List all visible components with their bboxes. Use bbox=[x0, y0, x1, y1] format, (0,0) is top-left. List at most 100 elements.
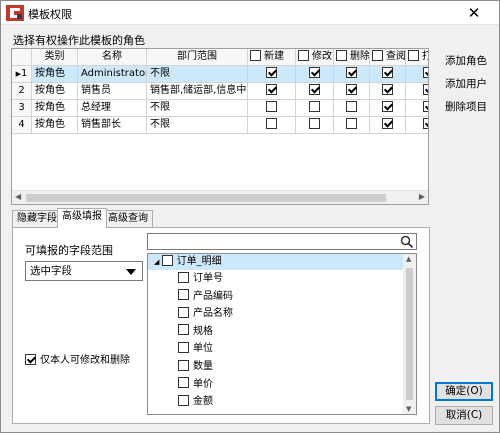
perm-print-cell[interactable] bbox=[406, 117, 428, 134]
perm-delete-checkbox[interactable] bbox=[346, 117, 357, 129]
cell-dept[interactable]: 销售部,储运部,信息中心 bbox=[147, 83, 248, 100]
header-new-checkbox[interactable] bbox=[250, 49, 261, 61]
tree-item-checkbox[interactable] bbox=[178, 377, 189, 389]
cell-type[interactable]: 按角色 bbox=[32, 117, 78, 134]
perm-view-cell[interactable] bbox=[370, 100, 406, 117]
close-button[interactable]: ✕ bbox=[449, 1, 499, 25]
cell-name[interactable]: 总经理 bbox=[78, 100, 147, 117]
header-type[interactable]: 类别 bbox=[32, 49, 78, 66]
table-row[interactable]: 3 按角色 总经理 不限 bbox=[12, 100, 428, 117]
perm-edit-cell[interactable] bbox=[296, 117, 334, 134]
perm-edit-cell[interactable] bbox=[296, 83, 334, 100]
perm-print-checkbox[interactable] bbox=[423, 100, 428, 112]
header-new[interactable]: 新建 bbox=[248, 49, 296, 66]
perm-view-cell[interactable] bbox=[370, 66, 406, 83]
tree-root-checkbox[interactable] bbox=[162, 254, 174, 266]
tree-item[interactable]: 单位 bbox=[178, 341, 213, 357]
perm-delete-cell[interactable] bbox=[334, 66, 370, 83]
tree-item-checkbox[interactable] bbox=[178, 341, 189, 353]
header-name[interactable]: 名称 bbox=[78, 49, 147, 66]
perm-delete-cell[interactable] bbox=[334, 117, 370, 134]
row-number[interactable]: 3 bbox=[12, 100, 32, 117]
perm-print-cell[interactable] bbox=[406, 100, 428, 117]
perm-edit-checkbox[interactable] bbox=[309, 117, 320, 129]
header-delete-checkbox[interactable] bbox=[336, 49, 347, 61]
ok-button[interactable]: 确定(O) bbox=[435, 382, 493, 401]
perm-view-checkbox[interactable] bbox=[382, 83, 393, 95]
tree-item[interactable]: 产品名称 bbox=[178, 306, 233, 322]
perm-new-cell[interactable] bbox=[248, 100, 296, 117]
tab-hidden-fields[interactable]: 隐藏字段 bbox=[12, 210, 62, 227]
perm-edit-checkbox[interactable] bbox=[309, 66, 320, 78]
perm-delete-checkbox[interactable] bbox=[346, 100, 357, 112]
row-number[interactable]: 2 bbox=[12, 83, 32, 100]
perm-new-cell[interactable] bbox=[248, 83, 296, 100]
add-role-button[interactable]: 添加角色 bbox=[437, 50, 495, 71]
perm-new-checkbox[interactable] bbox=[266, 117, 277, 129]
perm-view-checkbox[interactable] bbox=[382, 100, 393, 112]
header-view[interactable]: 查阅 bbox=[370, 49, 406, 66]
perm-delete-cell[interactable] bbox=[334, 83, 370, 100]
scroll-up-arrow-icon[interactable]: ▲ bbox=[406, 255, 411, 263]
header-edit[interactable]: 修改 bbox=[296, 49, 334, 66]
vertical-scrollbar[interactable]: ▲ ▼ bbox=[403, 254, 416, 414]
only-self-checkbox[interactable] bbox=[25, 353, 36, 365]
perm-delete-cell[interactable] bbox=[334, 100, 370, 117]
perm-print-checkbox[interactable] bbox=[423, 83, 428, 95]
cell-name[interactable]: Administrators bbox=[78, 66, 147, 83]
horizontal-scrollbar[interactable]: ◀ ▶ bbox=[12, 190, 428, 204]
header-dept[interactable]: 部门范围 bbox=[147, 49, 248, 66]
tab-advanced-query[interactable]: 高级查询 bbox=[103, 210, 153, 227]
scrollbar-thumb[interactable] bbox=[26, 194, 386, 202]
table-row[interactable]: 2 按角色 销售员 销售部,储运部,信息中心 bbox=[12, 83, 428, 100]
perm-new-checkbox[interactable] bbox=[266, 83, 277, 95]
row-number[interactable]: 4 bbox=[12, 117, 32, 134]
perm-view-checkbox[interactable] bbox=[382, 117, 393, 129]
cell-dept[interactable]: 不限 bbox=[147, 66, 248, 83]
cell-dept[interactable]: 不限 bbox=[147, 117, 248, 134]
perm-edit-cell[interactable] bbox=[296, 100, 334, 117]
perm-print-checkbox[interactable] bbox=[423, 66, 428, 78]
perm-new-cell[interactable] bbox=[248, 66, 296, 83]
tree-item[interactable]: 金额 bbox=[178, 394, 213, 410]
perm-print-cell[interactable] bbox=[406, 66, 428, 83]
cancel-button[interactable]: 取消(C) bbox=[435, 406, 493, 425]
perm-print-cell[interactable] bbox=[406, 83, 428, 100]
scroll-right-arrow-icon[interactable]: ▶ bbox=[419, 192, 425, 201]
tree-item-checkbox[interactable] bbox=[178, 271, 189, 283]
scrollbar-thumb[interactable] bbox=[406, 268, 413, 400]
scroll-down-arrow-icon[interactable]: ▼ bbox=[406, 405, 411, 413]
cell-name[interactable]: 销售部长 bbox=[78, 117, 147, 134]
header-edit-checkbox[interactable] bbox=[298, 49, 309, 61]
perm-view-cell[interactable] bbox=[370, 117, 406, 134]
perm-view-cell[interactable] bbox=[370, 83, 406, 100]
tree-root-node[interactable]: ◢ 订单_明细 bbox=[148, 254, 404, 270]
perm-edit-checkbox[interactable] bbox=[309, 83, 320, 95]
expand-triangle-icon[interactable]: ◢ bbox=[154, 258, 159, 266]
tree-item[interactable]: 订单号 bbox=[178, 271, 223, 287]
cell-type[interactable]: 按角色 bbox=[32, 66, 78, 83]
add-user-button[interactable]: 添加用户 bbox=[437, 73, 495, 94]
tree-item-checkbox[interactable] bbox=[178, 324, 189, 336]
tree-item-checkbox[interactable] bbox=[178, 306, 189, 318]
field-range-select[interactable]: 选中字段 bbox=[25, 261, 143, 281]
perm-delete-checkbox[interactable] bbox=[346, 66, 357, 78]
perm-edit-cell[interactable] bbox=[296, 66, 334, 83]
tree-item[interactable]: 单价 bbox=[178, 377, 213, 393]
scroll-left-arrow-icon[interactable]: ◀ bbox=[15, 192, 21, 201]
table-row[interactable]: 4 按角色 销售部长 不限 bbox=[12, 117, 428, 134]
search-icon[interactable] bbox=[400, 235, 414, 249]
header-print[interactable]: 打印 bbox=[406, 49, 428, 66]
tree-item[interactable]: 产品编码 bbox=[178, 289, 233, 305]
only-self-option[interactable]: 仅本人可修改和删除 bbox=[25, 351, 130, 366]
header-delete[interactable]: 删除 bbox=[334, 49, 370, 66]
perm-view-checkbox[interactable] bbox=[382, 66, 393, 78]
perm-delete-checkbox[interactable] bbox=[346, 83, 357, 95]
delete-item-button[interactable]: 删除项目 bbox=[437, 96, 495, 117]
cell-type[interactable]: 按角色 bbox=[32, 100, 78, 117]
table-row[interactable]: ▶1按角色Administrators不限 bbox=[12, 66, 428, 83]
cell-dept[interactable]: 不限 bbox=[147, 100, 248, 117]
tree-item-checkbox[interactable] bbox=[178, 289, 189, 301]
perm-edit-checkbox[interactable] bbox=[309, 100, 320, 112]
cell-type[interactable]: 按角色 bbox=[32, 83, 78, 100]
